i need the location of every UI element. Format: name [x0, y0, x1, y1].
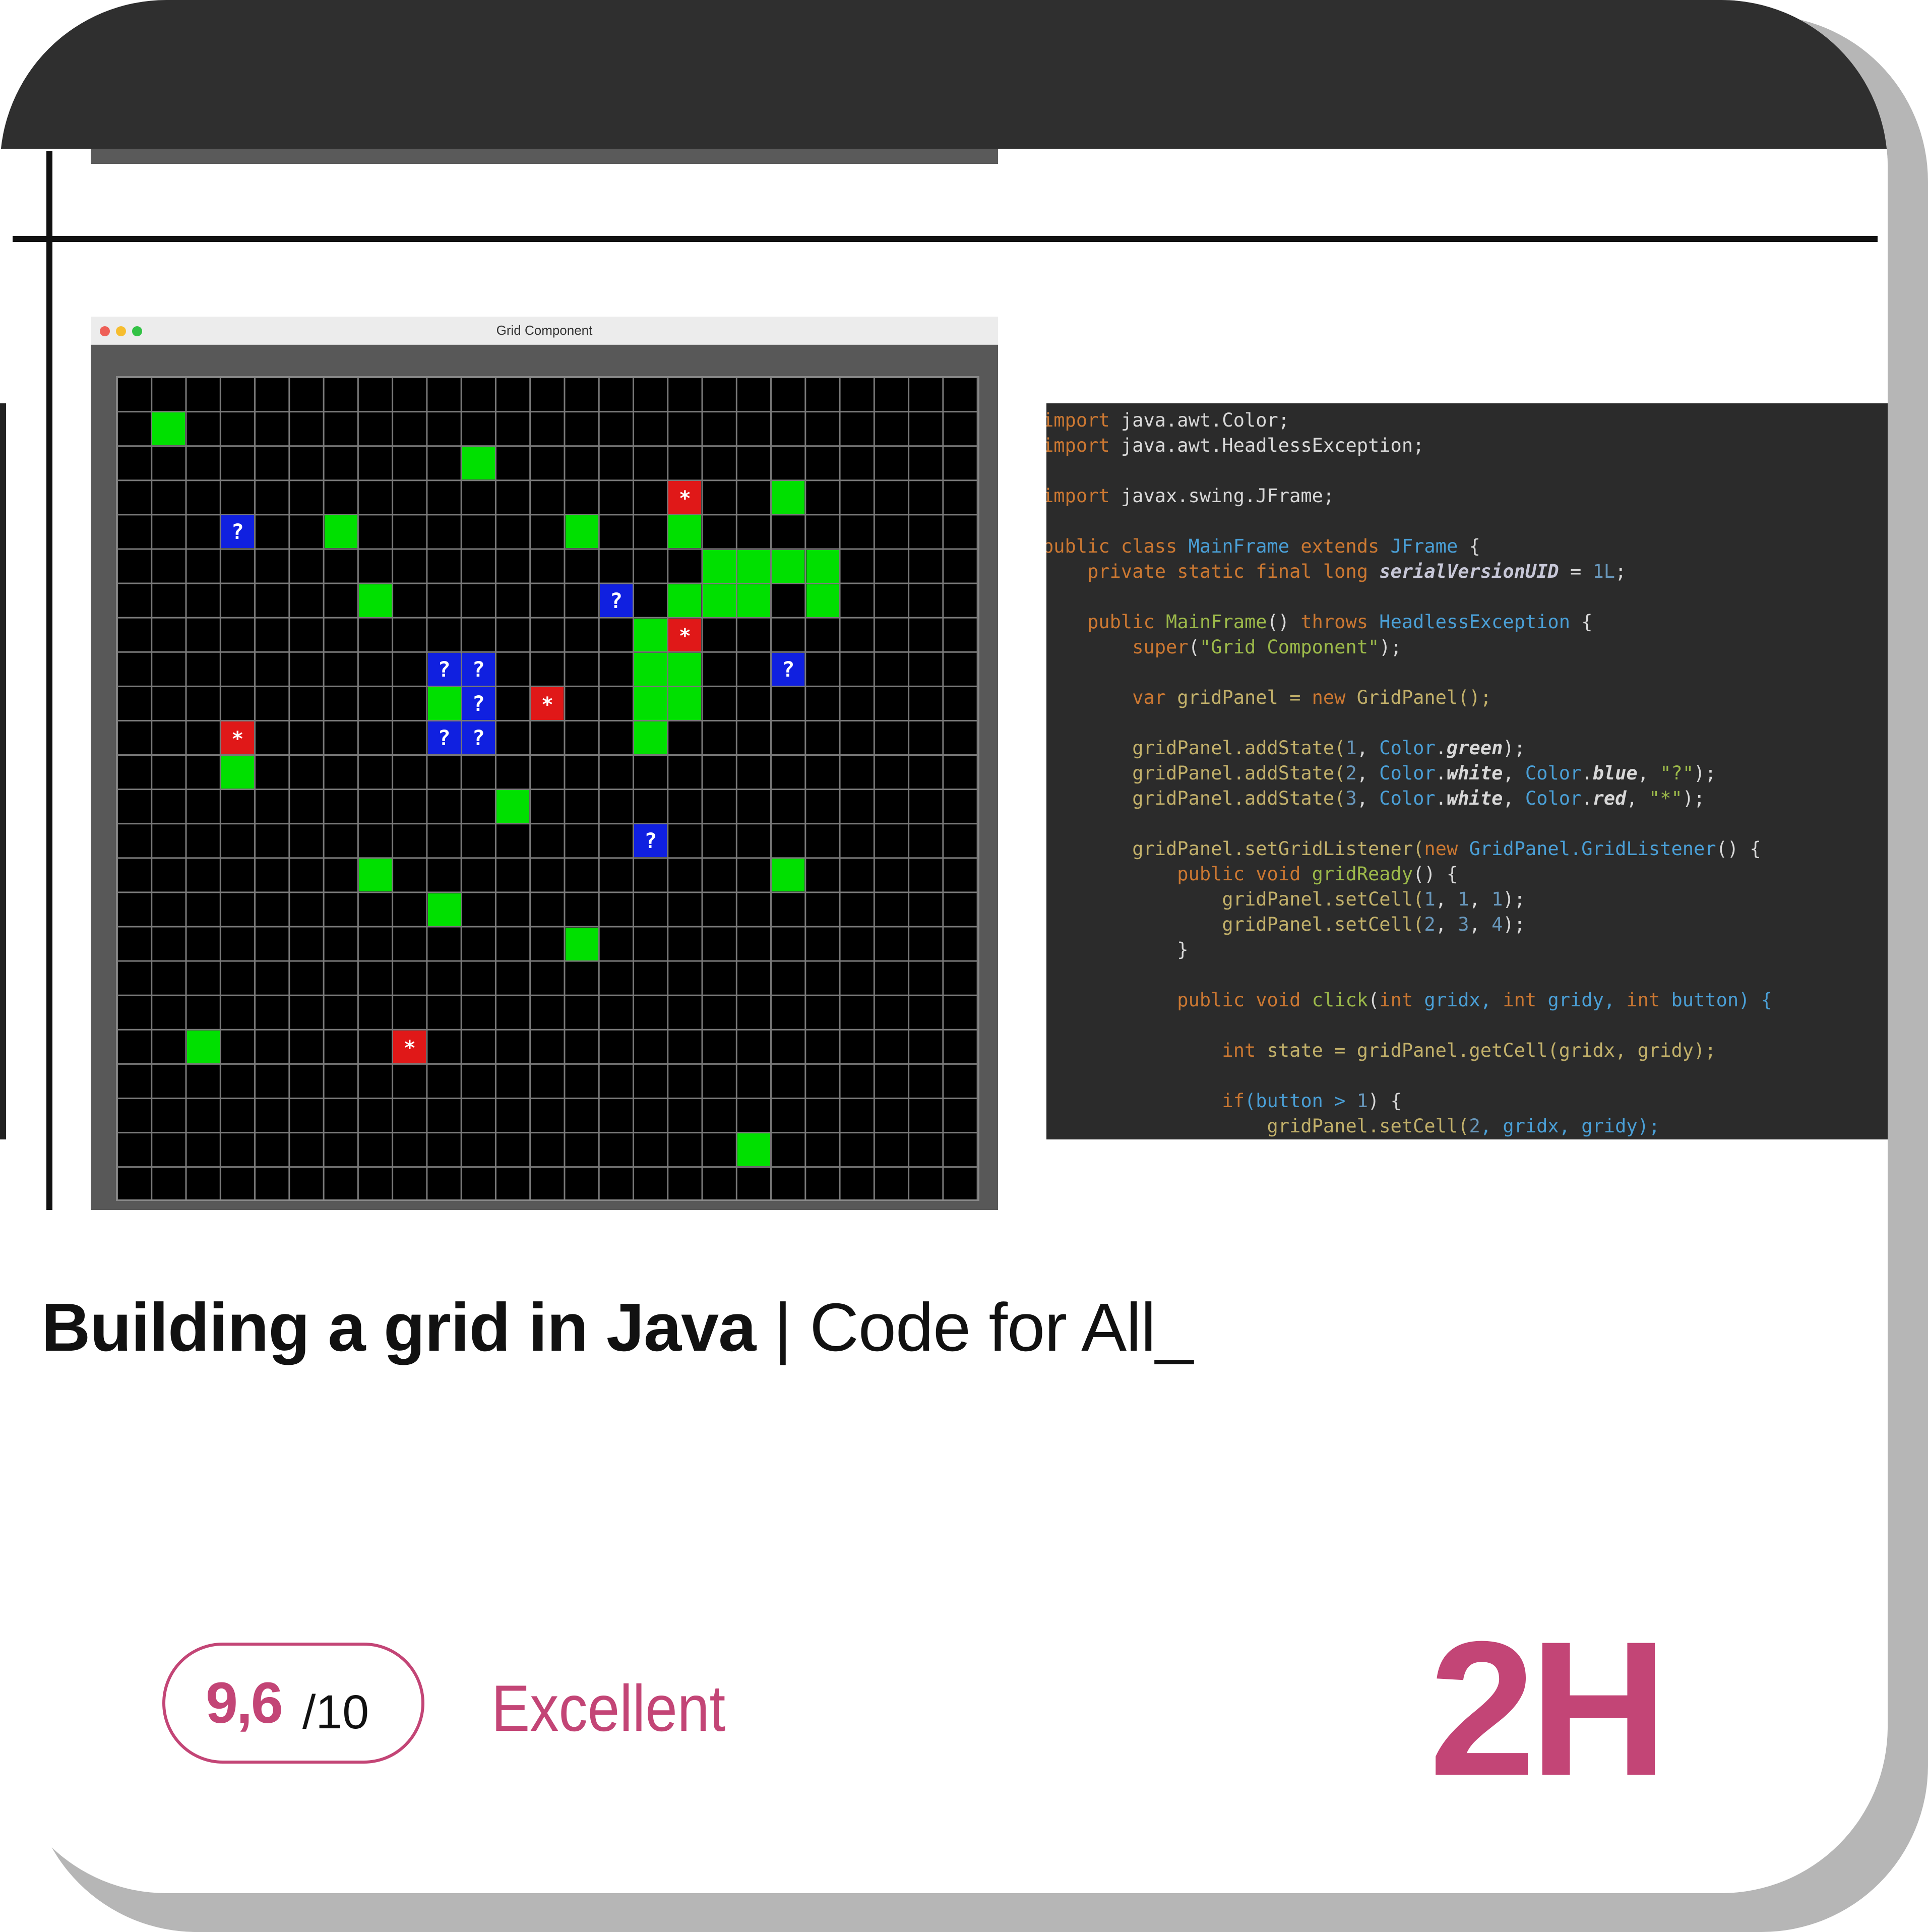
grid-cell-green[interactable]	[668, 515, 702, 549]
grid-cell-green[interactable]	[462, 447, 495, 480]
code-line: gridPanel.addState(1, Color.green);	[1046, 737, 1525, 759]
cell-grid: ????????? * * * * *	[116, 376, 979, 1201]
course-title[interactable]: Building a grid in Java | Code for All_	[41, 1288, 1193, 1366]
grid-cell-blue[interactable]: ?	[599, 584, 633, 617]
code-line: }	[1046, 939, 1189, 960]
grid-cell-green[interactable]	[565, 515, 598, 549]
grid-cell-blue[interactable]: ?	[462, 721, 495, 754]
code-line: gridPanel.setCell(2, gridx, gridy);	[1046, 1115, 1660, 1137]
code-line: var gridPanel = new GridPanel();	[1046, 687, 1492, 708]
grid-cell-green[interactable]	[737, 550, 771, 583]
grid-cell-red[interactable]: *	[531, 687, 564, 720]
code-line: gridPanel.setGridListener(new GridPanel.…	[1046, 838, 1761, 860]
rating-label: Excellent	[491, 1671, 726, 1745]
grid-cell-green[interactable]	[427, 893, 461, 926]
code-line: gridPanel.addState(3, Color.white, Color…	[1046, 788, 1705, 809]
grid-cell-green[interactable]	[806, 584, 839, 617]
course-duration: 2H	[1429, 1601, 1668, 1816]
grid-cell-red[interactable]: *	[221, 721, 254, 754]
grid-cell-green[interactable]	[427, 687, 461, 720]
rating-badge: 9,6 /10	[162, 1643, 424, 1764]
code-line: super("Grid Component");	[1046, 636, 1402, 658]
code-line: private static final long serialVersionU…	[1046, 561, 1627, 582]
grid-cell-blue[interactable]: ?	[427, 721, 461, 754]
window-titlebar: Grid Component	[91, 317, 998, 345]
thumbnail-horizontal-rule	[13, 236, 1878, 242]
code-line: public class MainFrame extends JFrame {	[1046, 535, 1480, 557]
course-card[interactable]: Grid Component ????????? * * * * * import jav…	[0, 0, 1888, 1893]
grid-cell-green[interactable]	[668, 652, 702, 686]
grid-cell-blue[interactable]: ?	[462, 687, 495, 720]
rating-max: /10	[302, 1685, 369, 1739]
code-line: gridPanel.setCell(1, 1, 1);	[1046, 888, 1525, 910]
grid-cell-green[interactable]	[634, 721, 667, 754]
code-line: import javax.swing.JFrame;	[1046, 485, 1335, 507]
grid-cell-green[interactable]	[358, 584, 392, 617]
grid-cell-green[interactable]	[358, 859, 392, 892]
grid-cell-green[interactable]	[668, 687, 702, 720]
grid-cell-green[interactable]	[152, 412, 185, 446]
grid-cell-green[interactable]	[324, 515, 357, 549]
grid-cell-blue[interactable]: ?	[634, 824, 667, 858]
grid-cell-green[interactable]	[634, 618, 667, 651]
grid-cell-green[interactable]	[772, 481, 805, 514]
code-line: public void gridReady() {	[1046, 863, 1458, 885]
grid-cell-green[interactable]	[737, 1133, 771, 1167]
grid-cell-red[interactable]: *	[668, 618, 702, 651]
grid-cell-green[interactable]	[806, 550, 839, 583]
grid-cell-red[interactable]: *	[393, 1030, 426, 1063]
code-line: public void click(int gridx, int gridy, …	[1046, 989, 1772, 1011]
code-editor-panel: import java.awt.Color; import java.awt.H…	[1046, 403, 1888, 1139]
thumbnail-vertical-rule	[46, 151, 52, 1210]
grid-cell-green[interactable]	[668, 584, 702, 617]
grid-cell-green[interactable]	[186, 1030, 220, 1063]
grid-cell-green[interactable]	[703, 584, 736, 617]
code-line: import java.awt.HeadlessException;	[1046, 435, 1424, 456]
code-line: gridPanel.addState(2, Color.white, Color…	[1046, 762, 1716, 784]
code-line: public MainFrame() throws HeadlessExcept…	[1046, 611, 1593, 633]
grid-cell-green[interactable]	[634, 652, 667, 686]
rating-score: 9,6	[206, 1671, 283, 1735]
grid-cell-green[interactable]	[565, 927, 598, 960]
grid-cell-green[interactable]	[634, 687, 667, 720]
code-line: if(button > 1) {	[1046, 1090, 1402, 1112]
grid-cell-green[interactable]	[737, 584, 771, 617]
grid-cell-blue[interactable]: ?	[462, 652, 495, 686]
grid-cell-red[interactable]: *	[668, 481, 702, 514]
code-line: import java.awt.Color;	[1046, 409, 1290, 431]
grid-cell-green[interactable]	[772, 859, 805, 892]
grid-app-window: Grid Component ????????? * * * * *	[91, 317, 998, 1210]
thumbnail-left-edge	[0, 403, 6, 1139]
grid-cell-blue[interactable]: ?	[427, 652, 461, 686]
grid-cell-green[interactable]	[221, 756, 254, 789]
code-line: int state = gridPanel.getCell(gridx, gri…	[1046, 1040, 1716, 1061]
grid-cell-green[interactable]	[772, 550, 805, 583]
course-title-provider: | Code for All_	[756, 1289, 1194, 1365]
thumbnail-strip	[91, 149, 998, 164]
code-line: gridPanel.setCell(2, 3, 4);	[1046, 914, 1525, 935]
grid-cell-blue[interactable]: ?	[221, 515, 254, 549]
course-title-bold: Building a grid in Java	[41, 1289, 756, 1365]
grid-cell-green[interactable]	[496, 790, 530, 823]
grid-cell-green[interactable]	[703, 550, 736, 583]
grid-cell-blue[interactable]: ?	[772, 652, 805, 686]
window-title: Grid Component	[496, 323, 593, 338]
thumbnail-top-band	[0, 0, 1888, 149]
